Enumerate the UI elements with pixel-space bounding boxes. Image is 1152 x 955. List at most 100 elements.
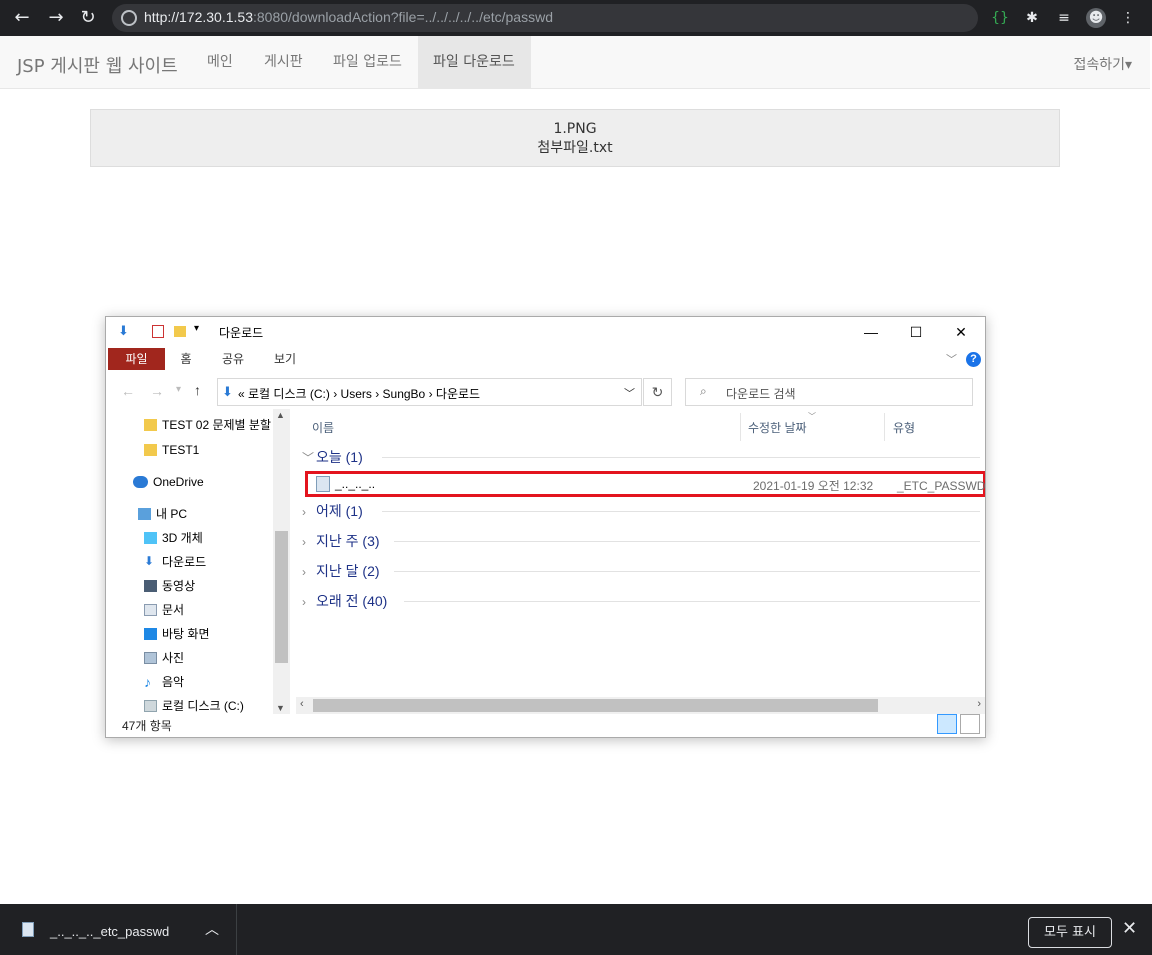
properties-icon[interactable]	[152, 325, 164, 338]
group-label: 지난 달 (2)	[316, 563, 380, 579]
folder-icon	[144, 444, 157, 456]
group-last-month[interactable]: › 지난 달 (2)	[302, 561, 380, 583]
nav-scrollbar[interactable]: ▲ ▼	[273, 409, 290, 714]
drive-icon	[144, 700, 157, 712]
column-divider[interactable]	[740, 413, 741, 441]
media-icon[interactable]: ≡	[1054, 8, 1074, 28]
back-arrow-icon[interactable]: ←	[121, 383, 135, 399]
explorer-window: ⬇ ▾ 다운로드 — ☐ ✕ 파일 홈 공유 보기 ﹀ ? ← → ▾ ↑ ⬇ …	[105, 316, 986, 738]
horizontal-scrollbar[interactable]: ‹ ›	[296, 697, 985, 714]
nav-scroll-thumb[interactable]	[275, 531, 288, 663]
nav-download[interactable]: 파일 다운로드	[418, 36, 531, 88]
refresh-icon[interactable]: ↻	[643, 378, 672, 406]
up-arrow-icon[interactable]: ↑	[194, 382, 201, 398]
help-icon[interactable]: ?	[966, 352, 981, 367]
scroll-left-icon[interactable]: ‹	[300, 698, 304, 710]
documents-icon	[144, 604, 157, 616]
download-item[interactable]: _.._.._.._etc_passwd ︿	[0, 904, 237, 955]
back-arrow-icon[interactable]: ←	[10, 6, 34, 30]
chevron-up-icon[interactable]: ︿	[205, 919, 219, 939]
reload-icon[interactable]: ↻	[76, 6, 100, 30]
forward-arrow-icon[interactable]: →	[150, 383, 164, 399]
tab-home[interactable]: 홈	[174, 348, 198, 370]
ribbon-expand-icon[interactable]: ﹀	[946, 351, 957, 367]
minimize-icon[interactable]: —	[856, 321, 886, 343]
menu-icon[interactable]: ⋮	[1118, 8, 1138, 28]
large-icons-view-icon[interactable]	[960, 714, 980, 734]
group-last-week[interactable]: › 지난 주 (3)	[302, 531, 380, 553]
column-name[interactable]: 이름	[312, 419, 334, 436]
file-link[interactable]: 1.PNG	[91, 120, 1059, 139]
pictures-icon	[144, 652, 157, 664]
puzzle-icon[interactable]: ✱	[1022, 8, 1042, 28]
folder-icon	[144, 419, 157, 431]
group-today[interactable]: ﹀ 오늘 (1)	[302, 447, 363, 469]
folder-icon	[174, 326, 186, 337]
site-brand[interactable]: JSP 게시판 웹 사이트	[17, 52, 178, 78]
scroll-right-icon[interactable]: ›	[977, 698, 981, 710]
horizontal-scroll-thumb[interactable]	[313, 699, 878, 712]
tab-file[interactable]: 파일	[108, 348, 165, 370]
browser-toolbar: ← → ↻ http://172.30.1.53:8080/downloadAc…	[0, 0, 1152, 36]
details-view-icon[interactable]	[937, 714, 957, 734]
nav-item-local-disk[interactable]: 로컬 디스크 (C:)	[144, 695, 244, 714]
quick-access-dropdown-icon[interactable]: ▾	[194, 323, 199, 334]
nav-main[interactable]: 메인	[192, 36, 248, 88]
window-title: 다운로드	[219, 326, 264, 340]
nav-item[interactable]: ♪ 음악	[144, 671, 184, 693]
file-list-pane: 이름 수정한 날짜 ﹀ 유형 ﹀ 오늘 (1) _.._.._.. 2021-01…	[296, 409, 985, 714]
file-date: 2021-01-19 오전 12:32	[753, 479, 874, 493]
extension-icon[interactable]: {}	[990, 8, 1010, 28]
nav-item[interactable]: TEST1	[144, 439, 199, 461]
nav-item-label: 바탕 화면	[162, 627, 210, 641]
tab-view[interactable]: 보기	[270, 348, 300, 370]
sort-indicator-icon: ﹀	[808, 412, 816, 421]
close-icon[interactable]: ✕	[946, 321, 976, 343]
info-icon[interactable]	[121, 10, 137, 26]
column-divider[interactable]	[884, 413, 885, 441]
address-dropdown-icon[interactable]: ﹀	[624, 385, 635, 401]
scroll-up-icon[interactable]: ▲	[276, 410, 285, 420]
nav-item[interactable]: 내 PC	[138, 503, 187, 525]
tab-share[interactable]: 공유	[218, 348, 248, 370]
file-list: 1.PNG 첨부파일.txt	[90, 109, 1060, 167]
nav-item[interactable]: 바탕 화면	[144, 623, 210, 645]
avatar[interactable]: ☻	[1086, 8, 1106, 28]
search-input[interactable]: ⌕ 다운로드 검색	[685, 378, 973, 406]
group-long-ago[interactable]: › 오래 전 (40)	[302, 591, 387, 613]
nav-item-label: 문서	[162, 603, 185, 617]
url-host: http://172.30.1.53	[144, 9, 253, 25]
column-date[interactable]: 수정한 날짜	[748, 419, 807, 436]
nav-upload[interactable]: 파일 업로드	[318, 36, 417, 88]
nav-item[interactable]: 동영상	[144, 575, 195, 597]
search-icon: ⌕	[700, 384, 707, 398]
music-icon: ♪	[144, 674, 151, 690]
group-yesterday[interactable]: › 어제 (1)	[302, 501, 363, 523]
nav-item-label: 사진	[162, 651, 185, 665]
nav-item[interactable]: OneDrive	[133, 471, 204, 493]
nav-board[interactable]: 게시판	[249, 36, 318, 88]
scroll-down-icon[interactable]: ▼	[276, 703, 285, 713]
desktop-icon	[144, 628, 157, 640]
file-row-highlighted[interactable]: _.._.._.. 2021-01-19 오전 12:32 _ETC_PASSW…	[305, 471, 985, 497]
file-icon	[316, 476, 330, 492]
video-icon	[144, 580, 157, 592]
file-link[interactable]: 첨부파일.txt	[91, 139, 1059, 158]
url-text[interactable]: http://172.30.1.53:8080/downloadAction?f…	[144, 9, 553, 25]
explorer-titlebar: ⬇ ▾ 다운로드 — ☐ ✕	[106, 317, 985, 347]
explorer-address-bar[interactable]: ⬇ « 로컬 디스크 (C:) › Users › SungBo › 다운로드 …	[217, 378, 642, 406]
nav-item[interactable]: TEST 02 문제별 분할	[144, 414, 271, 436]
file-icon	[22, 922, 34, 937]
nav-item[interactable]: 문서	[144, 599, 185, 621]
nav-item[interactable]: 사진	[144, 647, 185, 669]
recent-dropdown-icon[interactable]: ▾	[176, 384, 181, 395]
maximize-icon[interactable]: ☐	[901, 321, 931, 343]
login-dropdown[interactable]: 접속하기▾	[1073, 54, 1132, 74]
column-type[interactable]: 유형	[893, 419, 915, 436]
nav-item[interactable]: 3D 개체	[144, 527, 203, 549]
address-bar[interactable]: http://172.30.1.53:8080/downloadAction?f…	[112, 4, 978, 32]
nav-item[interactable]: ⬇ 다운로드	[144, 551, 206, 573]
show-all-button[interactable]: 모두 표시	[1028, 917, 1112, 948]
close-icon[interactable]: ✕	[1122, 918, 1137, 939]
forward-arrow-icon[interactable]: →	[44, 6, 68, 30]
